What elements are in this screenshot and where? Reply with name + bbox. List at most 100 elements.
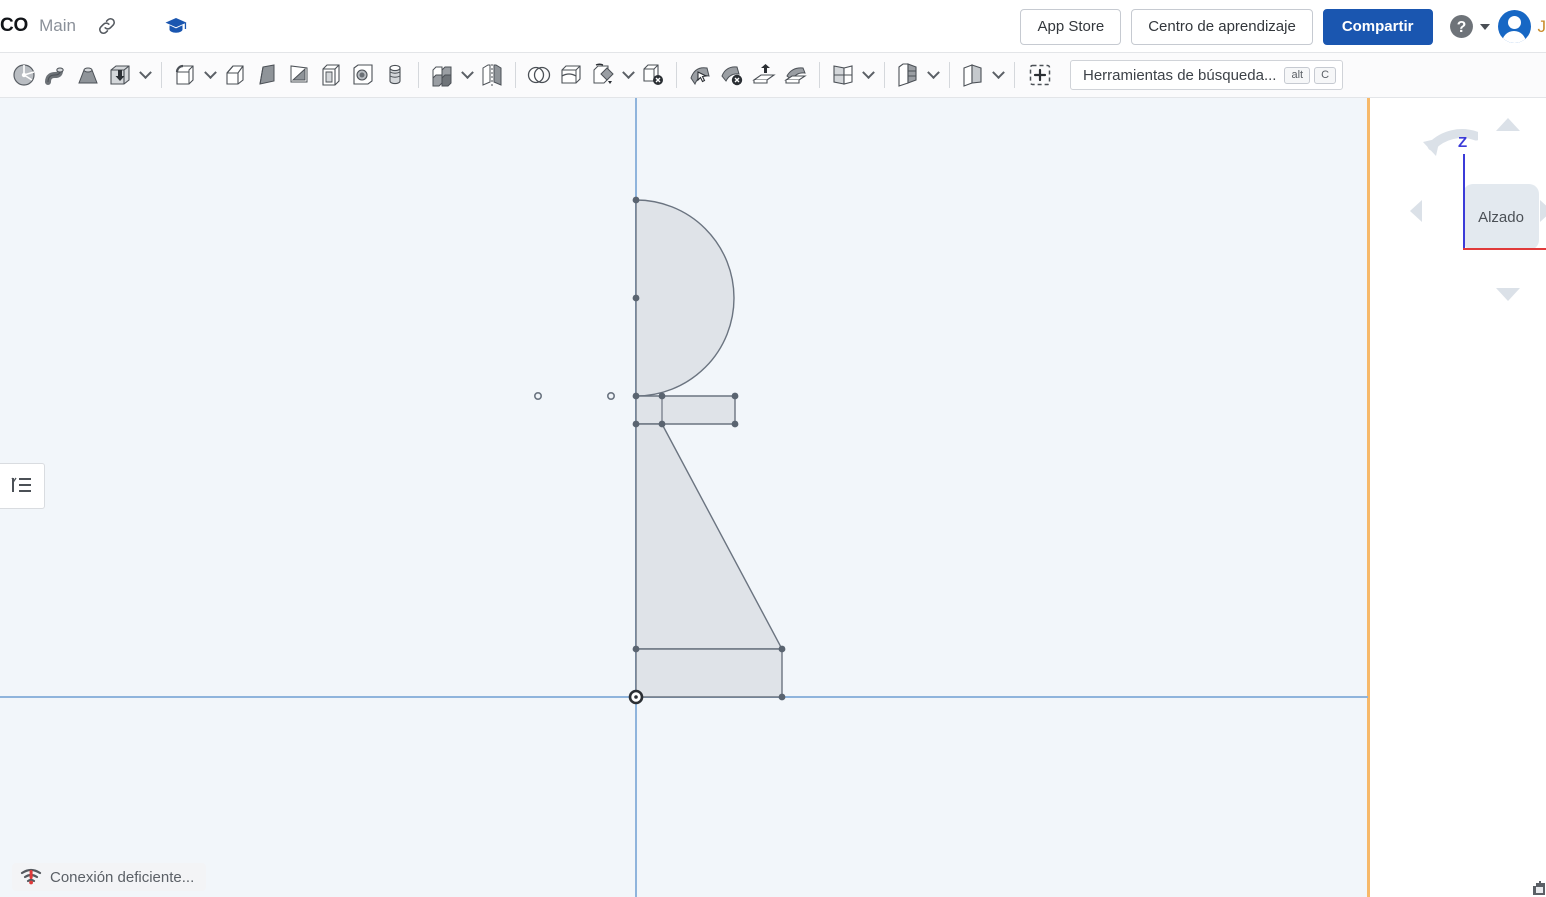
sheet-metal-icon bbox=[895, 62, 921, 88]
connection-status[interactable]: Conexión deficiente... bbox=[12, 863, 206, 891]
sketch-point bbox=[633, 646, 640, 653]
help-circle-icon: ? bbox=[1449, 14, 1474, 39]
sheet-metal-fold-dropdown-caret[interactable] bbox=[989, 57, 1007, 93]
thicken-icon bbox=[751, 62, 777, 88]
workspace-name[interactable]: Main bbox=[39, 16, 76, 36]
search-tools-text: Herramientas de búsqueda... bbox=[1083, 67, 1276, 84]
document-title: CO bbox=[0, 15, 28, 37]
sheet-metal-dropdown-caret[interactable] bbox=[924, 57, 942, 93]
rib-icon bbox=[286, 62, 312, 88]
graduation-cap-icon[interactable] bbox=[164, 16, 188, 36]
user-avatar-icon[interactable] bbox=[1498, 10, 1531, 43]
construction-points bbox=[535, 393, 614, 399]
connection-status-label: Conexión deficiente... bbox=[50, 869, 194, 886]
hole-tool[interactable] bbox=[347, 57, 379, 93]
loft-tool[interactable] bbox=[72, 57, 104, 93]
feature-list-icon bbox=[11, 476, 33, 496]
sheet-metal-fold-icon bbox=[960, 62, 986, 88]
z-axis-line bbox=[1463, 154, 1465, 250]
add-custom-feature-icon bbox=[1027, 62, 1053, 88]
mirror-tool[interactable] bbox=[476, 57, 508, 93]
pattern-icon bbox=[429, 62, 455, 88]
app-store-button[interactable]: App Store bbox=[1020, 9, 1121, 45]
semicircle-profile bbox=[636, 200, 734, 396]
sketch-point bbox=[732, 421, 739, 428]
sheet-metal-tool[interactable] bbox=[892, 57, 924, 93]
delete-part-tool[interactable] bbox=[637, 57, 669, 93]
move-face-tool[interactable] bbox=[684, 57, 716, 93]
delete-part-icon bbox=[640, 62, 666, 88]
shell-tool[interactable] bbox=[315, 57, 347, 93]
base-profile bbox=[636, 649, 782, 697]
extrude-icon bbox=[107, 62, 133, 88]
construction-point-2 bbox=[608, 393, 614, 399]
sketch-point bbox=[633, 197, 640, 204]
pattern-tool[interactable] bbox=[426, 57, 458, 93]
poor-connection-icon bbox=[20, 868, 42, 886]
sweep-tool[interactable] bbox=[40, 57, 72, 93]
thread-tool[interactable] bbox=[379, 57, 411, 93]
search-shortcut-key: C bbox=[1314, 67, 1336, 84]
top-bar: CO Main App Store Centro de aprendizaje … bbox=[0, 0, 1546, 53]
view-arrow-down[interactable] bbox=[1496, 288, 1520, 301]
construction-point-1 bbox=[535, 393, 541, 399]
transform-tool[interactable] bbox=[587, 57, 619, 93]
delete-face-icon bbox=[719, 62, 745, 88]
boolean-icon bbox=[526, 62, 552, 88]
z-axis-label: Z bbox=[1458, 134, 1467, 151]
chevron-down-icon bbox=[1480, 24, 1490, 30]
delete-face-tool[interactable] bbox=[716, 57, 748, 93]
move-face-icon bbox=[687, 62, 713, 88]
view-arrow-up[interactable] bbox=[1496, 118, 1520, 131]
sketch-point bbox=[732, 393, 739, 400]
revolve-tool[interactable] bbox=[8, 57, 40, 93]
boolean-tool[interactable] bbox=[523, 57, 555, 93]
pattern-dropdown-caret[interactable] bbox=[458, 57, 476, 93]
share-button[interactable]: Compartir bbox=[1323, 9, 1433, 45]
enclose-icon bbox=[783, 62, 809, 88]
view-cube[interactable]: Alzado Z bbox=[1400, 106, 1546, 311]
link-icon[interactable] bbox=[96, 15, 118, 37]
transform-dropdown-caret[interactable] bbox=[619, 57, 637, 93]
rotate-ccw-icon[interactable] bbox=[1418, 124, 1478, 181]
plane-dropdown-caret[interactable] bbox=[859, 57, 877, 93]
split-tool[interactable] bbox=[555, 57, 587, 93]
sketch-geometry[interactable] bbox=[0, 98, 1368, 897]
view-arrow-left[interactable] bbox=[1410, 200, 1422, 222]
revolve-icon bbox=[11, 62, 37, 88]
chamfer-tool[interactable] bbox=[219, 57, 251, 93]
x-axis-line bbox=[1463, 248, 1546, 250]
fillet-dropdown-caret[interactable] bbox=[201, 57, 219, 93]
rectangle-profile bbox=[636, 396, 735, 424]
search-tools-box[interactable]: Herramientas de búsqueda... alt C bbox=[1070, 60, 1343, 90]
sweep-icon bbox=[43, 62, 69, 88]
view-cube-face[interactable]: Alzado bbox=[1463, 184, 1539, 250]
thicken-tool[interactable] bbox=[748, 57, 780, 93]
resize-handle-icon[interactable] bbox=[1524, 879, 1546, 897]
add-custom-feature-tool[interactable] bbox=[1022, 57, 1058, 93]
view-cube-face-label: Alzado bbox=[1478, 209, 1524, 226]
view-arrow-right[interactable] bbox=[1540, 200, 1546, 222]
enclose-tool[interactable] bbox=[780, 57, 812, 93]
learning-center-button[interactable]: Centro de aprendizaje bbox=[1131, 9, 1313, 45]
transform-icon bbox=[590, 62, 616, 88]
sketch-point bbox=[779, 694, 786, 701]
sheet-metal-fold-tool[interactable] bbox=[957, 57, 989, 93]
plane-tool[interactable] bbox=[827, 57, 859, 93]
extrude-tool[interactable] bbox=[104, 57, 136, 93]
sketch-point bbox=[659, 421, 666, 428]
extrude-dropdown-caret[interactable] bbox=[136, 57, 154, 93]
svg-text:?: ? bbox=[1456, 19, 1466, 36]
draft-tool[interactable] bbox=[251, 57, 283, 93]
split-icon bbox=[558, 62, 584, 88]
help-menu[interactable]: ? bbox=[1449, 14, 1490, 39]
origin-point[interactable] bbox=[630, 691, 642, 703]
fillet-tool[interactable] bbox=[169, 57, 201, 93]
tapered-profile bbox=[636, 424, 782, 649]
feature-tree-toggle[interactable] bbox=[0, 463, 45, 509]
sketch-point bbox=[659, 393, 666, 400]
search-shortcut-modifier: alt bbox=[1284, 67, 1310, 84]
graphics-viewport[interactable]: Alzado Z Conexión deficiente... bbox=[0, 98, 1546, 897]
rib-tool[interactable] bbox=[283, 57, 315, 93]
sketch-point bbox=[633, 421, 640, 428]
